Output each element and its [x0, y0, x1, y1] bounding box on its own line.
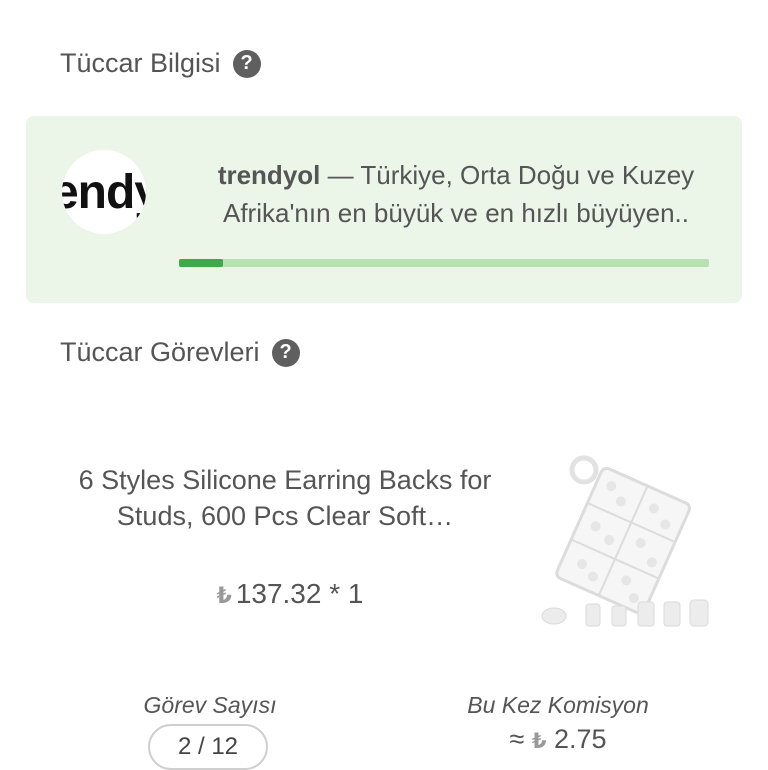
product-title[interactable]: 6 Styles Silicone Earring Backs for Stud… — [60, 462, 510, 534]
approx-symbol: ≈ — [509, 724, 525, 754]
merchant-name: trendyol — [217, 160, 321, 190]
merchant-progress-fill — [179, 259, 223, 267]
merchant-logo-text: endy — [62, 165, 146, 219]
merchant-tasks-title: Tüccar Görevleri ? — [60, 337, 300, 368]
product-price: ₺ 137.32 * 1 — [140, 578, 440, 610]
merchant-description: trendyol — Türkiye, Orta Doğu ve Kuzey A… — [186, 156, 726, 232]
task-count-label: Görev Sayısı — [143, 692, 277, 718]
merchant-card[interactable]: endy trendyol — Türkiye, Orta Doğu ve Ku… — [26, 116, 742, 303]
merchant-info-title: Tüccar Bilgisi ? — [60, 48, 261, 79]
merchant-progress-bar — [179, 259, 709, 267]
currency-symbol: ₺ — [216, 583, 232, 608]
task-count-badge: 2 / 12 — [148, 724, 268, 770]
merchant-tasks-title-text: Tüccar Görevleri — [60, 337, 260, 367]
commission-label: Bu Kez Komisyon — [467, 692, 649, 718]
commission-value: ≈ ₺ 2.75 — [458, 724, 658, 755]
question-circle-icon[interactable]: ? — [232, 49, 261, 78]
product-price-value: 137.32 * 1 — [235, 578, 364, 609]
commission-amount: 2.75 — [553, 724, 607, 754]
merchant-info-title-text: Tüccar Bilgisi — [60, 48, 221, 78]
merchant-logo: endy — [62, 150, 146, 234]
commission-currency: ₺ — [531, 730, 547, 753]
product-image[interactable] — [532, 452, 728, 636]
question-circle-icon[interactable]: ? — [271, 338, 300, 367]
